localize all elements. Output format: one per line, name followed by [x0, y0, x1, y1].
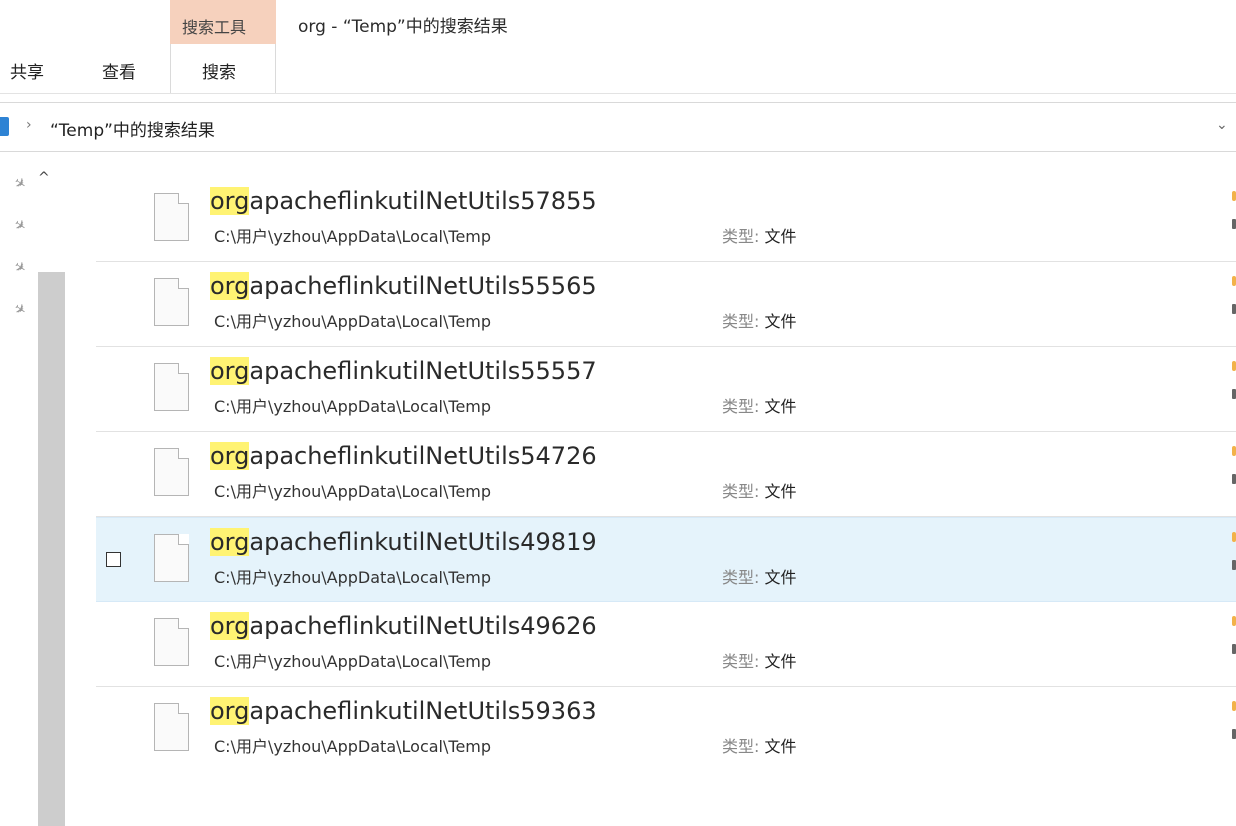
- file-path: C:\用户\yzhou\AppData\Local\Temp: [214, 482, 492, 501]
- tab-search-label: 搜索: [202, 63, 236, 83]
- match-highlight: org: [210, 442, 250, 470]
- select-checkbox[interactable]: [106, 552, 121, 567]
- file-path: C:\用户\yzhou\AppData\Local\Temp: [214, 737, 492, 756]
- file-path: C:\用户\yzhou\AppData\Local\Temp: [214, 397, 492, 416]
- file-name-rest: apacheflinkutilNetUtils55565: [249, 272, 597, 300]
- tab-view[interactable]: 查看: [102, 58, 136, 83]
- match-highlight: org: [210, 612, 250, 640]
- result-row[interactable]: orgapacheflinkutilNetUtils57855 C:\用户\yz…: [96, 177, 1236, 262]
- file-name-rest: apacheflinkutilNetUtils59363: [249, 697, 597, 725]
- breadcrumb-location[interactable]: “Temp”中的搜索结果: [50, 116, 215, 141]
- type-key: 类型:: [722, 227, 760, 246]
- type-key: 类型:: [722, 482, 760, 501]
- type-key: 类型:: [722, 312, 760, 331]
- result-row[interactable]: orgapacheflinkutilNetUtils54726 C:\用户\yz…: [96, 432, 1236, 517]
- match-highlight: org: [210, 272, 250, 300]
- partial-icon: [1232, 276, 1236, 286]
- match-highlight: org: [210, 187, 250, 215]
- type-key: 类型:: [722, 737, 760, 756]
- file-path: C:\用户\yzhou\AppData\Local\Temp: [214, 312, 492, 331]
- file-path: C:\用户\yzhou\AppData\Local\Temp: [214, 568, 492, 587]
- scroll-up-arrow-icon[interactable]: ^: [38, 170, 50, 186]
- partial-icon: [1232, 701, 1236, 711]
- breadcrumb-chevron-icon[interactable]: ›: [26, 117, 32, 133]
- tab-share[interactable]: 共享: [10, 58, 44, 83]
- result-row-hovered[interactable]: orgapacheflinkutilNetUtils49819 C:\用户\yz…: [96, 517, 1236, 602]
- type-key: 类型:: [722, 397, 760, 416]
- file-path: C:\用户\yzhou\AppData\Local\Temp: [214, 652, 492, 671]
- file-fold: [178, 278, 189, 289]
- result-row[interactable]: orgapacheflinkutilNetUtils59363 C:\用户\yz…: [96, 687, 1236, 772]
- file-name[interactable]: orgapacheflinkutilNetUtils59363: [210, 697, 597, 725]
- match-highlight: org: [210, 697, 250, 725]
- partial-icon: [1232, 304, 1236, 314]
- type-value: 文件: [764, 312, 797, 331]
- partial-icon: [1232, 474, 1236, 484]
- file-name-rest: apacheflinkutilNetUtils49626: [249, 612, 597, 640]
- file-name[interactable]: orgapacheflinkutilNetUtils49819: [210, 528, 597, 556]
- type-value: 文件: [764, 568, 797, 587]
- match-highlight: org: [210, 357, 250, 385]
- type-key: 类型:: [722, 652, 760, 671]
- partial-icon: [1232, 389, 1236, 399]
- file-fold: [178, 193, 189, 204]
- result-row[interactable]: orgapacheflinkutilNetUtils55565 C:\用户\yz…: [96, 262, 1236, 347]
- folder-icon: [0, 117, 9, 136]
- type-value: 文件: [764, 227, 797, 246]
- partial-icon: [1232, 532, 1236, 542]
- nav-scrollbar[interactable]: [38, 272, 65, 826]
- file-type: 类型: 文件: [722, 223, 797, 247]
- partial-icon: [1232, 361, 1236, 371]
- file-name-rest: apacheflinkutilNetUtils49819: [249, 528, 597, 556]
- address-dropdown-icon[interactable]: ⌄: [1216, 117, 1228, 133]
- file-fold: [178, 703, 189, 714]
- partial-icon: [1232, 560, 1236, 570]
- file-type: 类型: 文件: [722, 564, 797, 588]
- file-fold: [178, 448, 189, 459]
- file-fold: [178, 618, 189, 629]
- file-name-rest: apacheflinkutilNetUtils54726: [249, 442, 597, 470]
- result-row[interactable]: orgapacheflinkutilNetUtils49626 C:\用户\yz…: [96, 602, 1236, 687]
- tab-search[interactable]: 搜索: [170, 44, 276, 94]
- file-type: 类型: 文件: [722, 733, 797, 757]
- file-fold: [178, 534, 189, 545]
- file-type: 类型: 文件: [722, 478, 797, 502]
- file-name[interactable]: orgapacheflinkutilNetUtils57855: [210, 187, 597, 215]
- search-tools-label: 搜索工具: [182, 18, 247, 37]
- partial-icon: [1232, 219, 1236, 229]
- partial-icon: [1232, 644, 1236, 654]
- file-name[interactable]: orgapacheflinkutilNetUtils55565: [210, 272, 597, 300]
- file-name[interactable]: orgapacheflinkutilNetUtils55557: [210, 357, 597, 385]
- ribbon-divider: [0, 93, 1236, 94]
- file-name-rest: apacheflinkutilNetUtils57855: [249, 187, 597, 215]
- partial-icon: [1232, 616, 1236, 626]
- partial-icon: [1232, 729, 1236, 739]
- file-type: 类型: 文件: [722, 393, 797, 417]
- file-type: 类型: 文件: [722, 308, 797, 332]
- file-path: C:\用户\yzhou\AppData\Local\Temp: [214, 227, 492, 246]
- search-tools-contextual-tab[interactable]: 搜索工具: [170, 0, 276, 44]
- type-value: 文件: [764, 397, 797, 416]
- type-value: 文件: [764, 652, 797, 671]
- partial-icon: [1232, 446, 1236, 456]
- file-type: 类型: 文件: [722, 648, 797, 672]
- file-name-rest: apacheflinkutilNetUtils55557: [249, 357, 597, 385]
- address-bar[interactable]: › “Temp”中的搜索结果 ⌄: [0, 102, 1236, 152]
- partial-icon: [1232, 191, 1236, 201]
- file-name[interactable]: orgapacheflinkutilNetUtils54726: [210, 442, 597, 470]
- file-name[interactable]: orgapacheflinkutilNetUtils49626: [210, 612, 597, 640]
- type-value: 文件: [764, 737, 797, 756]
- result-row[interactable]: orgapacheflinkutilNetUtils55557 C:\用户\yz…: [96, 347, 1236, 432]
- window-title: org - “Temp”中的搜索结果: [298, 17, 508, 37]
- type-key: 类型:: [722, 568, 760, 587]
- type-value: 文件: [764, 482, 797, 501]
- match-highlight: org: [210, 528, 250, 556]
- file-fold: [178, 363, 189, 374]
